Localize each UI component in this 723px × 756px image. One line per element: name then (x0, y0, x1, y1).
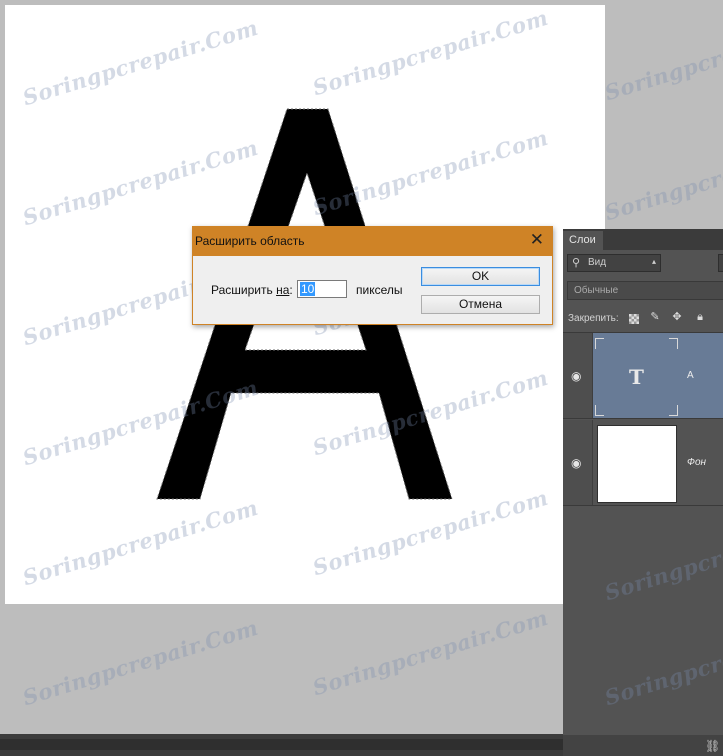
expand-selection-dialog: Расширить область ✕ Расширить на: 10 пик… (192, 226, 553, 325)
visibility-toggle[interactable]: ◉ (563, 333, 593, 418)
layer-row-text[interactable]: ◉ T A (563, 333, 723, 419)
blend-mode-select[interactable]: Обычные (567, 281, 723, 300)
layer-name[interactable]: Фон (687, 457, 706, 468)
expand-amount-input[interactable]: 10 (297, 280, 347, 298)
filter-toggle-button[interactable] (718, 254, 723, 272)
watermark: Soringpcrepair.Com (19, 614, 262, 711)
tab-layers[interactable]: Слои (563, 231, 603, 250)
link-icon[interactable]: ⛓ (705, 739, 720, 753)
layers-panel: Слои ⚲ Вид ▴ Обычные Закрепить: ✎ ✥ 🔒︎ ◉… (563, 229, 723, 756)
close-icon[interactable]: ✕ (530, 230, 544, 250)
layer-thumbnail (597, 425, 677, 503)
eye-icon: ◉ (571, 456, 582, 470)
ok-button[interactable]: OK (421, 267, 540, 286)
scrollbar-track[interactable] (0, 739, 563, 750)
panel-footer: ⛓ (563, 735, 723, 756)
move-icon[interactable]: ✥ (671, 311, 683, 323)
watermark: Soringpcrepair.Com (309, 604, 552, 701)
visibility-toggle[interactable]: ◉ (563, 420, 593, 505)
search-icon: ⚲ (572, 257, 581, 269)
cancel-button[interactable]: Отмена (421, 295, 540, 314)
dialog-title: Расширить область (195, 234, 305, 248)
dialog-titlebar[interactable]: Расширить область ✕ (193, 227, 552, 256)
unit-label: пикселы (356, 283, 403, 297)
horizontal-scrollbar[interactable] (0, 734, 563, 756)
text-layer-icon: T (629, 365, 644, 389)
lock-label: Закрепить: (568, 313, 619, 324)
layer-name[interactable]: A (687, 370, 694, 381)
lock-transparency-icon[interactable] (629, 314, 639, 324)
lock-icon[interactable]: 🔒︎ (694, 311, 706, 323)
watermark: Soringpcrepair.Com (601, 9, 723, 106)
layer-filter-select[interactable]: ⚲ Вид ▴ (567, 254, 661, 272)
expand-by-label: Расширить на: (211, 283, 293, 297)
panel-tabbar: Слои (563, 229, 723, 250)
brush-icon[interactable]: ✎ (649, 311, 661, 323)
eye-icon: ◉ (571, 369, 582, 383)
layer-thumbnail: T (595, 338, 678, 416)
layer-filter-label: Вид (588, 257, 607, 268)
layer-row-background[interactable]: ◉ Фон (563, 420, 723, 506)
watermark: Soringpcrepair.Com (601, 129, 723, 226)
chevron-updown-icon: ▴ (651, 257, 656, 266)
